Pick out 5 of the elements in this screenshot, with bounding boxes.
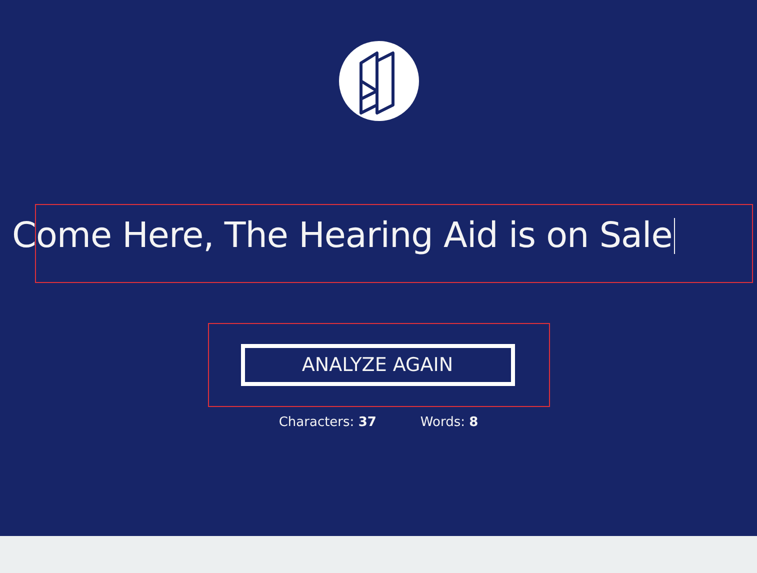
- text-cursor: [674, 218, 676, 254]
- analyze-again-button[interactable]: ANALYZE AGAIN: [240, 344, 514, 386]
- stat-text: Words: 8: [420, 415, 478, 430]
- stat-text: Characters: 37: [278, 415, 376, 430]
- logo-icon: [338, 41, 418, 121]
